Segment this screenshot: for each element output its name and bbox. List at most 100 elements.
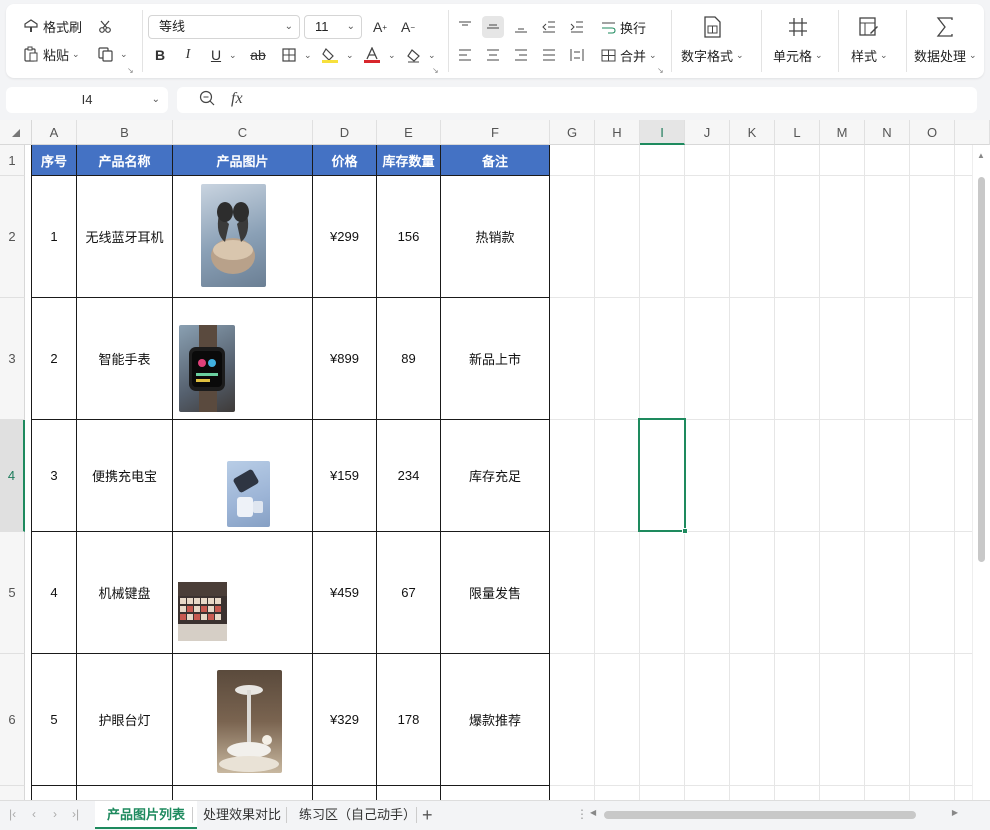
- col-header-f[interactable]: F: [441, 120, 550, 145]
- table-cell-name[interactable]: 无线蓝牙耳机: [77, 176, 173, 298]
- cut-icon[interactable]: [94, 16, 116, 38]
- scroll-up-icon[interactable]: ▲: [977, 151, 985, 160]
- dialog-launcher-icon[interactable]: ↘: [127, 66, 134, 75]
- table-cell-empty[interactable]: [441, 786, 550, 800]
- font-name-dropdown[interactable]: 等线 ⌄: [148, 15, 300, 39]
- table-cell-stock[interactable]: 67: [377, 532, 441, 654]
- col-header-d[interactable]: D: [313, 120, 377, 145]
- col-header-c[interactable]: C: [173, 120, 313, 145]
- table-cell-stock[interactable]: 156: [377, 176, 441, 298]
- table-cell-empty[interactable]: [173, 786, 313, 800]
- row-header-1[interactable]: 1: [0, 145, 25, 176]
- fill-handle[interactable]: [682, 528, 688, 534]
- italic-icon[interactable]: I: [177, 44, 199, 66]
- wrap-text-button[interactable]: 换行: [599, 15, 646, 39]
- prev-sheet-icon[interactable]: ‹: [32, 807, 36, 821]
- table-cell-note[interactable]: 新品上市: [441, 298, 550, 420]
- col-header-j[interactable]: J: [685, 120, 730, 145]
- table-cell-note[interactable]: 限量发售: [441, 532, 550, 654]
- paste-button[interactable]: 粘贴 ⌄: [22, 42, 80, 66]
- row-header-7[interactable]: [0, 786, 25, 800]
- font-color-icon[interactable]: [361, 44, 383, 66]
- desk-lamp-image[interactable]: [217, 670, 282, 773]
- tab-more-icon[interactable]: ⋮: [576, 807, 588, 821]
- row-header-4[interactable]: 4: [0, 420, 25, 532]
- align-center-icon[interactable]: [482, 44, 504, 66]
- formula-bar[interactable]: fx: [177, 87, 977, 113]
- table-cell-stock[interactable]: 234: [377, 420, 441, 532]
- row-header-5[interactable]: 5: [0, 532, 25, 654]
- table-cell-image[interactable]: [173, 176, 313, 298]
- align-right-icon[interactable]: [510, 44, 532, 66]
- format-painter-button[interactable]: 格式刷: [22, 14, 82, 38]
- decrease-indent-icon[interactable]: [538, 16, 560, 38]
- table-cell-id[interactable]: 2: [32, 298, 77, 420]
- table-cell-name[interactable]: 机械键盘: [77, 532, 173, 654]
- distributed-align-icon[interactable]: [566, 44, 588, 66]
- cells-button[interactable]: 单元格 ⌄: [773, 14, 823, 65]
- table-cell-price[interactable]: ¥329: [313, 654, 377, 786]
- row-header-6[interactable]: 6: [0, 654, 25, 786]
- table-cell-stock[interactable]: 89: [377, 298, 441, 420]
- table-cell-image[interactable]: [173, 420, 313, 532]
- select-all-corner[interactable]: [0, 120, 32, 145]
- table-cell-id[interactable]: 3: [32, 420, 77, 532]
- dialog-launcher-icon[interactable]: ↘: [657, 66, 664, 75]
- col-header-i[interactable]: I: [640, 120, 685, 145]
- increase-font-icon[interactable]: A +: [369, 16, 391, 38]
- table-cell-name[interactable]: 护眼台灯: [77, 654, 173, 786]
- last-sheet-icon[interactable]: ›|: [72, 807, 79, 821]
- styles-button[interactable]: 样式 ⌄: [851, 14, 888, 65]
- table-cell-price[interactable]: ¥159: [313, 420, 377, 532]
- bold-icon[interactable]: B: [149, 44, 171, 66]
- table-cell-id[interactable]: 5: [32, 654, 77, 786]
- justify-icon[interactable]: [538, 44, 560, 66]
- table-header-cell[interactable]: 价格: [313, 145, 377, 176]
- table-cell-empty[interactable]: [313, 786, 377, 800]
- vertical-scrollbar[interactable]: ▲: [972, 145, 990, 800]
- borders-icon[interactable]: [278, 44, 300, 66]
- row-header-2[interactable]: 2: [0, 176, 25, 298]
- table-cell-price[interactable]: ¥299: [313, 176, 377, 298]
- table-cell-name[interactable]: 便携充电宝: [77, 420, 173, 532]
- add-sheet-icon[interactable]: +: [410, 801, 445, 829]
- col-header-p[interactable]: [955, 120, 990, 145]
- align-bottom-icon[interactable]: [510, 16, 532, 38]
- table-cell-empty[interactable]: [77, 786, 173, 800]
- col-header-b[interactable]: B: [77, 120, 173, 145]
- decrease-font-icon[interactable]: A −: [397, 16, 419, 38]
- scroll-left-icon[interactable]: ◀: [590, 808, 596, 817]
- table-cell-image[interactable]: [173, 298, 313, 420]
- zoom-search-icon[interactable]: [199, 90, 215, 109]
- function-icon[interactable]: fx: [231, 90, 243, 108]
- col-header-m[interactable]: M: [820, 120, 865, 145]
- first-sheet-icon[interactable]: |‹: [9, 807, 16, 821]
- table-cell-price[interactable]: ¥459: [313, 532, 377, 654]
- clear-format-icon[interactable]: [402, 44, 424, 66]
- table-cell-image[interactable]: [173, 532, 313, 654]
- spreadsheet-grid[interactable]: A B C D E F G H I J K L M N O 1 2 3 4 5 …: [0, 120, 990, 800]
- horizontal-scroll-thumb[interactable]: [604, 811, 916, 819]
- sheet-tab-practice[interactable]: 练习区（自己动手）: [287, 801, 428, 829]
- strikethrough-icon[interactable]: ab: [247, 44, 269, 66]
- table-cell-price[interactable]: ¥899: [313, 298, 377, 420]
- scroll-right-icon[interactable]: ▶: [952, 808, 958, 817]
- col-header-g[interactable]: G: [550, 120, 595, 145]
- mechanical-keyboard-image[interactable]: [178, 582, 227, 641]
- active-cell-i4[interactable]: [638, 418, 688, 534]
- col-header-a[interactable]: A: [32, 120, 77, 145]
- table-cell-name[interactable]: 智能手表: [77, 298, 173, 420]
- name-box[interactable]: I4 ⌄: [6, 87, 168, 113]
- table-cell-note[interactable]: 库存充足: [441, 420, 550, 532]
- fill-color-icon[interactable]: [319, 44, 341, 66]
- font-size-dropdown[interactable]: 11 ⌄: [304, 15, 362, 39]
- copy-button[interactable]: ⌄: [96, 42, 128, 66]
- table-cell-empty[interactable]: [377, 786, 441, 800]
- horizontal-scrollbar[interactable]: ◀ ▶: [590, 808, 970, 819]
- next-sheet-icon[interactable]: ›: [53, 807, 57, 821]
- col-header-h[interactable]: H: [595, 120, 640, 145]
- power-bank-image[interactable]: [227, 461, 270, 527]
- row-header-3[interactable]: 3: [0, 298, 25, 420]
- table-cell-note[interactable]: 爆款推荐: [441, 654, 550, 786]
- vertical-scroll-thumb[interactable]: [978, 177, 985, 562]
